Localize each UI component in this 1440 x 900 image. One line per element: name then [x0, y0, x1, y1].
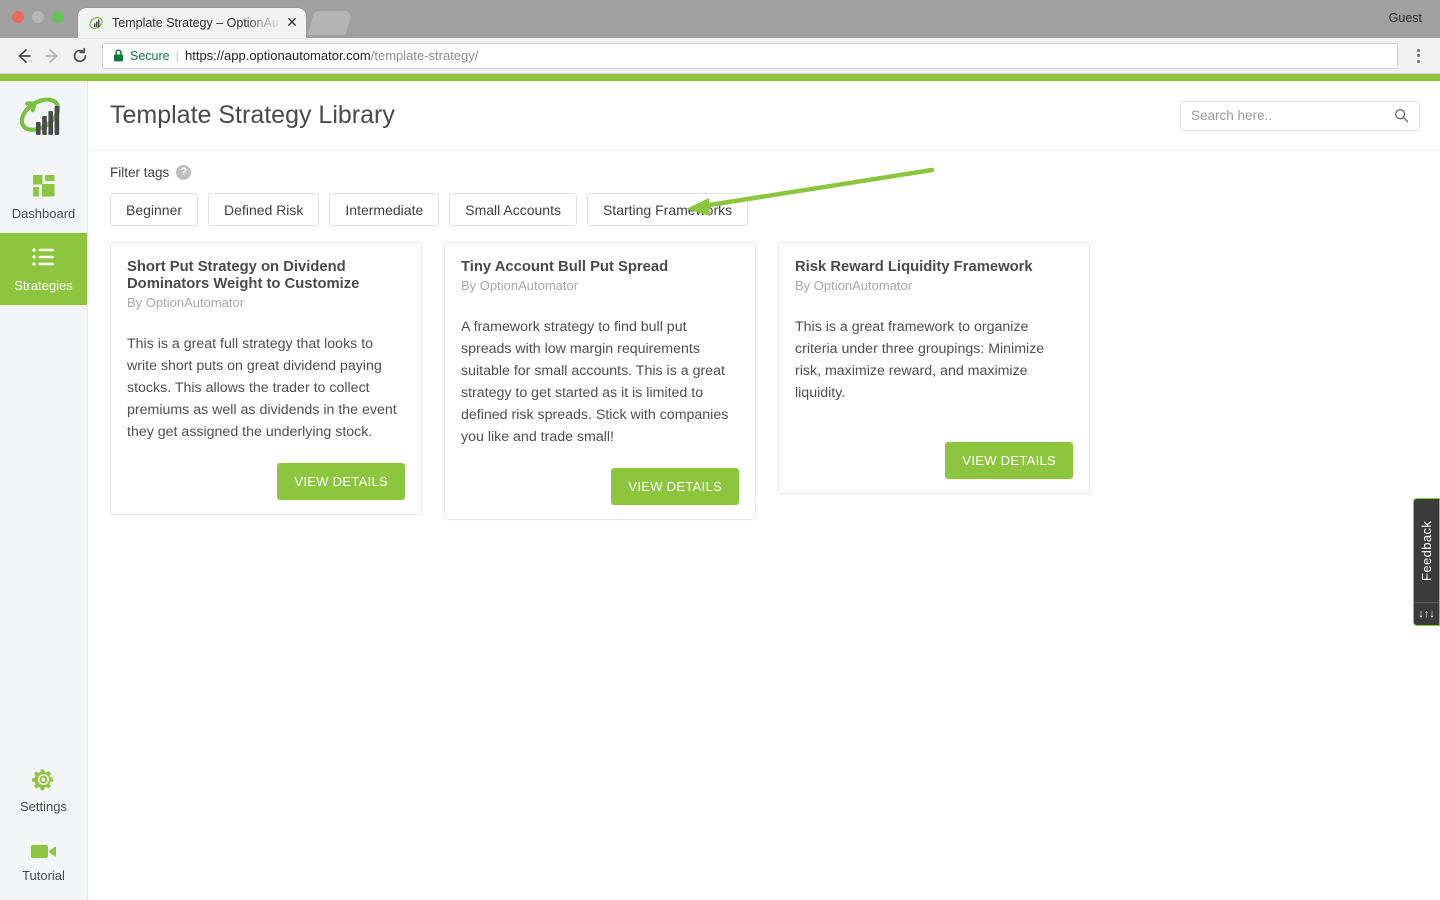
- sidebar: Dashboard Strategies Settings Tutorial: [0, 81, 88, 900]
- page-header: Template Strategy Library: [88, 81, 1440, 151]
- url-path: /template-strategy/: [370, 48, 479, 63]
- minimize-window-button[interactable]: [32, 11, 44, 23]
- view-details-button[interactable]: VIEW DETAILS: [611, 468, 739, 506]
- browser-tab-strip: Template Strategy – OptionAutomator ✕ Gu…: [0, 0, 1440, 38]
- video-camera-icon: [30, 845, 56, 858]
- search-input[interactable]: [1191, 108, 1394, 123]
- card-author: By OptionAutomator: [127, 295, 245, 311]
- card-description: A framework strategy to find bull put sp…: [461, 319, 729, 446]
- strategy-card[interactable]: Tiny Account Bull Put Spread By OptionAu…: [444, 242, 756, 521]
- profile-label[interactable]: Guest: [1389, 11, 1422, 25]
- address-bar[interactable]: Secure | https://app.optionautomator.com…: [102, 42, 1398, 69]
- feedback-label: Feedback: [1419, 520, 1434, 581]
- card-title: Tiny Account Bull Put Spread: [461, 259, 669, 275]
- lock-icon: [114, 49, 123, 62]
- url-text: https://app.optionautomator.com/template…: [185, 48, 478, 63]
- sidebar-item-label: Tutorial: [22, 868, 65, 883]
- card-title: Risk Reward Liquidity Framework: [795, 259, 1033, 275]
- sidebar-item-settings[interactable]: Settings: [0, 754, 87, 826]
- browser-tab-title: Template Strategy – OptionAutomator: [112, 16, 282, 30]
- grid-dashboard-icon: [32, 175, 54, 197]
- optionautomator-logo-icon: [89, 17, 103, 29]
- new-tab-icon[interactable]: [307, 11, 353, 35]
- card-title: Short Put Strategy on Dividend Dominator…: [127, 259, 360, 293]
- view-details-button[interactable]: VIEW DETAILS: [945, 442, 1073, 479]
- list-lines-icon: [31, 248, 54, 266]
- card-description: This is a great framework to organize cr…: [795, 319, 1045, 402]
- app-body: Dashboard Strategies Settings Tutorial T…: [0, 81, 1440, 900]
- close-window-button[interactable]: [12, 11, 24, 23]
- filter-tag-defined-risk[interactable]: Defined Risk: [208, 193, 320, 226]
- feedback-tab[interactable]: Feedback ↓↑↓: [1413, 498, 1440, 626]
- view-details-button[interactable]: VIEW DETAILS: [277, 463, 405, 501]
- card-description: This is a great full strategy that looks…: [127, 336, 397, 441]
- brand-accent-bar: [0, 74, 1440, 81]
- filter-section: Filter tags ? Beginner Defined Risk Inte…: [88, 151, 1440, 226]
- card-footer: VIEW DETAILS: [127, 443, 405, 501]
- filter-tags-label: Filter tags: [110, 165, 170, 180]
- close-icon[interactable]: ✕: [284, 15, 300, 31]
- maximize-window-button[interactable]: [52, 11, 64, 23]
- sidebar-item-strategies[interactable]: Strategies: [0, 233, 87, 305]
- sidebar-bottom-group: Settings Tutorial: [0, 754, 87, 900]
- page-title: Template Strategy Library: [110, 101, 395, 129]
- application-viewport: Dashboard Strategies Settings Tutorial T…: [0, 74, 1440, 900]
- secure-label: Secure: [130, 48, 170, 63]
- strategy-card[interactable]: Risk Reward Liquidity Framework By Optio…: [778, 242, 1090, 494]
- forward-arrow-icon: [38, 42, 66, 70]
- filter-tag-small-accounts[interactable]: Small Accounts: [449, 193, 577, 226]
- sidebar-item-tutorial[interactable]: Tutorial: [0, 826, 87, 898]
- sidebar-item-label: Strategies: [14, 278, 73, 293]
- sidebar-item-label: Dashboard: [11, 206, 76, 221]
- card-footer: VIEW DETAILS: [795, 422, 1073, 479]
- filter-tag-list: Beginner Defined Risk Intermediate Small…: [110, 193, 1418, 226]
- strategy-card[interactable]: Short Put Strategy on Dividend Dominator…: [110, 242, 422, 516]
- url-domain: https://app.optionautomator.com: [185, 48, 371, 63]
- filter-label-row: Filter tags ?: [110, 165, 1418, 180]
- sidebar-item-dashboard[interactable]: Dashboard: [0, 161, 87, 233]
- browser-toolbar: Secure | https://app.optionautomator.com…: [0, 38, 1440, 74]
- strategy-card-list: Short Put Strategy on Dividend Dominator…: [88, 226, 1440, 521]
- sidebar-logo[interactable]: [0, 81, 87, 161]
- omnibox-separator: |: [175, 48, 179, 63]
- question-mark-icon[interactable]: ?: [176, 165, 192, 180]
- filter-tag-starting-frameworks[interactable]: Starting Frameworks: [586, 193, 749, 226]
- card-author: By OptionAutomator: [795, 278, 913, 294]
- sidebar-item-label: Settings: [20, 798, 67, 814]
- filter-tag-beginner[interactable]: Beginner: [110, 193, 199, 226]
- card-footer: VIEW DETAILS: [461, 448, 739, 506]
- kebab-menu-icon[interactable]: [1406, 43, 1430, 69]
- browser-tab[interactable]: Template Strategy – OptionAutomator ✕: [78, 8, 306, 38]
- browser-chrome: Template Strategy – OptionAutomator ✕ Gu…: [0, 0, 1440, 74]
- back-arrow-icon[interactable]: [10, 42, 38, 70]
- card-author: By OptionAutomator: [461, 278, 579, 294]
- main-content: Template Strategy Library Filter tags ? …: [88, 81, 1440, 900]
- gear-icon: [32, 769, 53, 790]
- search-icon[interactable]: [1394, 108, 1409, 123]
- filter-tag-intermediate[interactable]: Intermediate: [329, 193, 440, 226]
- window-traffic-lights: [12, 11, 64, 23]
- resize-arrows-icon[interactable]: ↓↑↓: [1418, 603, 1435, 625]
- optionautomator-logo-icon: [19, 97, 60, 135]
- search-box[interactable]: [1180, 100, 1420, 131]
- reload-icon[interactable]: [66, 42, 94, 70]
